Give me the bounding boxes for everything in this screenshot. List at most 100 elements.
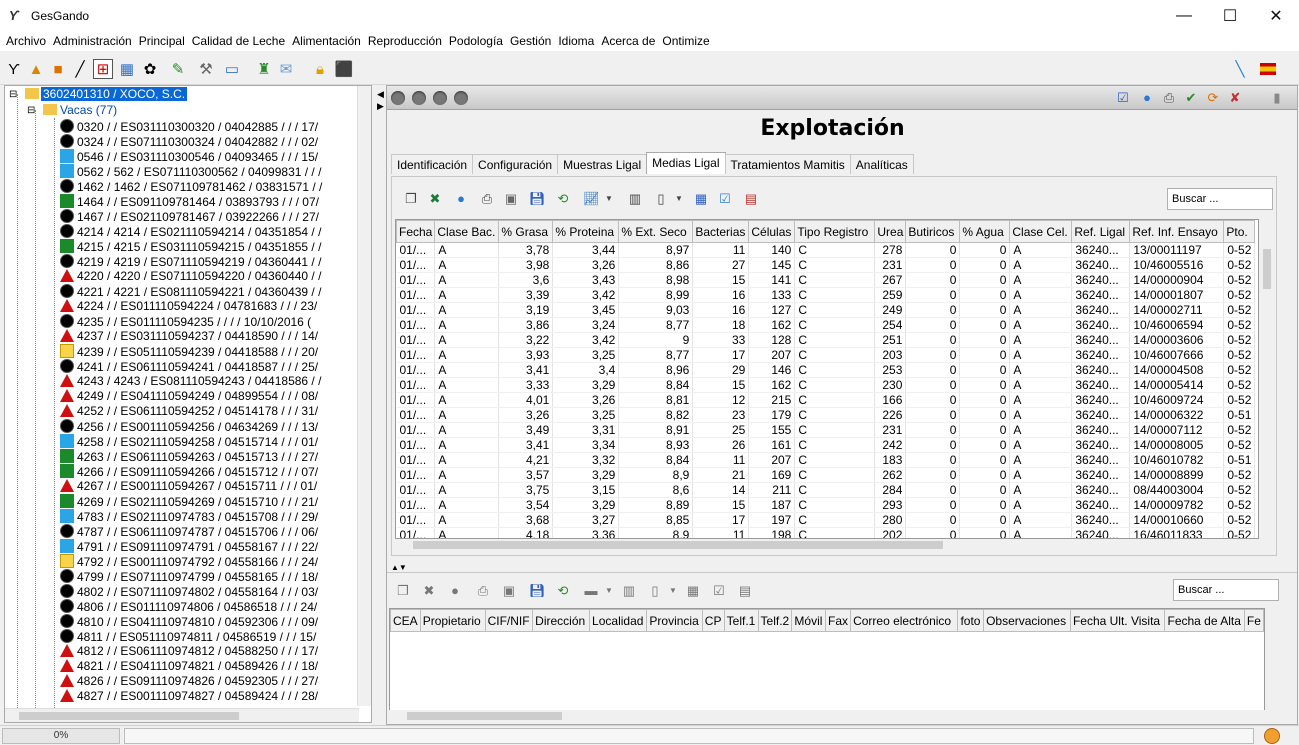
- column-header[interactable]: Fe: [1243, 609, 1264, 632]
- table-row[interactable]: 01/... A 3,22 3,42 9 33 128 C 251 0 0 A 36240... 14/0…: [396, 332, 1256, 348]
- column-header[interactable]: Ref. Ligal: [1071, 220, 1131, 243]
- tree-item-cow[interactable]: 4252 / / ES061110594252 / 04514178 / / /…: [60, 404, 318, 419]
- maximize-button[interactable]: ☐: [1207, 0, 1253, 31]
- column-header[interactable]: Fecha Ult. Visita: [1069, 609, 1166, 632]
- table-row[interactable]: 01/... A 3,26 3,25 8,82 23 179 C 226 0 0 A 36240... 1…: [396, 407, 1256, 423]
- splitter[interactable]: ◀ ▶: [374, 85, 386, 725]
- column-header[interactable]: Fecha: [396, 220, 436, 243]
- column-header[interactable]: Urea: [874, 220, 907, 243]
- columns-icon[interactable]: ▥: [621, 583, 637, 599]
- edit-icon[interactable]: ✎: [168, 59, 188, 79]
- lock-icon[interactable]: 🔒︎: [310, 59, 330, 79]
- connection-icon[interactable]: ╲: [1230, 59, 1250, 79]
- menu-calidad-de-leche[interactable]: Calidad de Leche: [189, 34, 289, 48]
- chevron-down-icon[interactable]: ▼: [665, 583, 681, 599]
- search-input[interactable]: Buscar ...: [1167, 188, 1273, 210]
- print-preview-icon[interactable]: ▣: [501, 583, 517, 599]
- table-row[interactable]: 01/... A 3,98 3,26 8,86 27 145 C 231 0 0 A 36240... 1…: [396, 257, 1256, 273]
- column-header[interactable]: Células: [748, 220, 796, 243]
- column-header[interactable]: foto: [957, 609, 985, 632]
- clear-icon[interactable]: ✘: [1227, 90, 1243, 106]
- checklist-icon[interactable]: ☑: [1115, 90, 1131, 106]
- grid2-vertical-scrollbar[interactable]: [1265, 608, 1279, 720]
- table-row[interactable]: 01/... A 4,18 3,36 8,9 11 198 C 202 0 0 A 36240... 16…: [396, 527, 1256, 538]
- mail-icon[interactable]: ✉: [276, 59, 296, 79]
- window-icon[interactable]: ▭: [222, 59, 242, 79]
- menu-idioma[interactable]: Idioma: [555, 34, 598, 48]
- tree-item-cow[interactable]: 0562 / 562 / ES071110300562 / 04099831 /…: [60, 164, 321, 179]
- table-row[interactable]: 01/... A 3,75 3,15 8,6 14 211 C 284 0 0 A 36240... 08…: [396, 482, 1256, 498]
- column-header[interactable]: Pto.: [1223, 220, 1256, 243]
- refresh-grid-icon[interactable]: ⟲: [555, 191, 571, 207]
- check-sum-icon[interactable]: ☑: [711, 583, 727, 599]
- column-header[interactable]: Móvil: [791, 609, 827, 632]
- table-row[interactable]: 01/... A 3,41 3,4 8,96 29 146 C 253 0 0 A 36240... 14…: [396, 362, 1256, 378]
- status-clock-icon[interactable]: [1264, 728, 1280, 744]
- table-row[interactable]: 01/... A 4,21 3,32 8,84 11 207 C 183 0 0 A 36240... 1…: [396, 452, 1256, 468]
- tab-identificaci-n[interactable]: Identificación: [391, 154, 474, 174]
- syringe-icon[interactable]: ╱: [70, 59, 90, 79]
- frame-close-button[interactable]: [391, 91, 405, 105]
- tree-item-cow[interactable]: 4826 / / ES091110974826 / 04592305 / / /…: [60, 674, 318, 689]
- column-header[interactable]: Fecha de Alta: [1164, 609, 1245, 632]
- help-icon[interactable]: ▮: [1269, 90, 1285, 106]
- column-header[interactable]: % Agua: [959, 220, 1011, 243]
- tree-item-cow[interactable]: 0546 / / ES031110300546 / 04093465 / / /…: [60, 149, 318, 164]
- menu-administraci-n[interactable]: Administración: [50, 34, 136, 48]
- tree-item-cow[interactable]: 4258 / / ES021110594258 / 04515714 / / /…: [60, 434, 318, 449]
- tree-item-cow[interactable]: 4792 / / ES001110974792 / 04558166 / / /…: [60, 554, 318, 569]
- tree-item-cow[interactable]: 4812 / / ES061110974812 / 04588250 / / /…: [60, 644, 318, 659]
- menu-podolog-a[interactable]: Podología: [446, 34, 507, 48]
- print-preview-icon[interactable]: ▣: [503, 191, 519, 207]
- refresh-icon[interactable]: ⟳: [1205, 90, 1221, 106]
- table-row[interactable]: 01/... A 3,41 3,34 8,93 26 161 C 242 0 0 A 36240... 1…: [396, 437, 1256, 453]
- chevron-down-icon[interactable]: ▼: [601, 583, 617, 599]
- tree-item-cow[interactable]: 4219 / 4219 / ES071110594219 / 04360441 …: [60, 254, 321, 269]
- menu-gesti-n[interactable]: Gestión: [507, 34, 555, 48]
- save-icon[interactable]: 💾︎: [529, 583, 546, 599]
- calculator-icon[interactable]: ▦: [693, 191, 709, 207]
- column-header[interactable]: % Grasa: [498, 220, 554, 243]
- column-header[interactable]: Clase Cel.: [1009, 220, 1073, 243]
- table-row[interactable]: 01/... A 3,6 3,43 8,98 15 141 C 267 0 0 A 36240... 14…: [396, 272, 1256, 288]
- chart-icon[interactable]: ▬: [583, 583, 599, 599]
- tree-item-cow[interactable]: 4269 / / ES021110594269 / 04515710 / / /…: [60, 494, 318, 509]
- tree-item-cow[interactable]: 4821 / / ES041110974821 / 04589426 / / /…: [60, 659, 318, 674]
- tab-tratamientos-mamitis[interactable]: Tratamientos Mamitis: [724, 154, 851, 174]
- globe-icon[interactable]: ●: [453, 191, 469, 207]
- menu-principal[interactable]: Principal: [136, 34, 189, 48]
- column-header[interactable]: Fax: [825, 609, 852, 632]
- column-header[interactable]: % Ext. Seco: [618, 220, 694, 243]
- refresh-grid-icon[interactable]: ⟲: [555, 583, 571, 599]
- save-icon[interactable]: 💾︎: [529, 191, 546, 207]
- tree-item-cow[interactable]: 4220 / 4220 / ES071110594220 / 04360440 …: [60, 269, 321, 284]
- tree-item-cow[interactable]: 4783 / / ES021110974783 / 04515708 / / /…: [60, 509, 318, 524]
- table-row[interactable]: 01/... A 3,54 3,29 8,89 15 187 C 293 0 0 A 36240... 1…: [396, 497, 1256, 513]
- warning-icon[interactable]: ■: [48, 59, 68, 79]
- menu-alimentaci-n[interactable]: Alimentación: [289, 34, 365, 48]
- grid-horizontal-scrollbar[interactable]: [395, 539, 1261, 551]
- tree-item-cow[interactable]: 4827 / / ES001110974827 / 04589424 / / /…: [60, 689, 318, 704]
- search-input-2[interactable]: Buscar ...: [1173, 579, 1279, 601]
- table-row[interactable]: 01/... A 4,01 3,26 8,81 12 215 C 166 0 0 A 36240... 1…: [396, 392, 1256, 408]
- column-header[interactable]: CP: [701, 609, 725, 632]
- grid2-horizontal-scrollbar[interactable]: [389, 710, 1265, 722]
- page-icon[interactable]: ▯: [647, 583, 663, 599]
- collapse-icon[interactable]: ⊟: [9, 87, 17, 102]
- tree-item-cow[interactable]: 1467 / / ES021109781467 / 03922266 / / /…: [60, 209, 319, 224]
- table-row[interactable]: 01/... A 3,33 3,29 8,84 15 162 C 230 0 0 A 36240... 1…: [396, 377, 1256, 393]
- tree-item-cow[interactable]: 4810 / / ES041110974810 / 04592306 / / /…: [60, 614, 318, 629]
- collapse-icon[interactable]: ⊟: [27, 103, 35, 118]
- calendar-icon[interactable]: ▦: [117, 59, 137, 79]
- table-row[interactable]: 01/... A 3,93 3,25 8,77 17 207 C 203 0 0 A 36240... 1…: [396, 347, 1256, 363]
- menu-ontimize[interactable]: Ontimize: [659, 34, 713, 48]
- cow-icon[interactable]: ϒ: [4, 59, 24, 79]
- table-row[interactable]: 01/... A 3,39 3,42 8,99 16 133 C 259 0 0 A 36240... 1…: [396, 287, 1256, 303]
- tab-muestras-ligal[interactable]: Muestras Ligal: [557, 154, 648, 174]
- column-header[interactable]: Clase Bac.: [434, 220, 500, 243]
- check-sum-icon[interactable]: ☑: [717, 191, 733, 207]
- copy-icon[interactable]: ❐: [403, 191, 419, 207]
- columns-icon[interactable]: ▥: [627, 191, 643, 207]
- lower-divider[interactable]: ▲▼: [387, 563, 1297, 572]
- tree-item-cow[interactable]: 1464 / / ES091109781464 / 03893793 / / /…: [60, 194, 319, 209]
